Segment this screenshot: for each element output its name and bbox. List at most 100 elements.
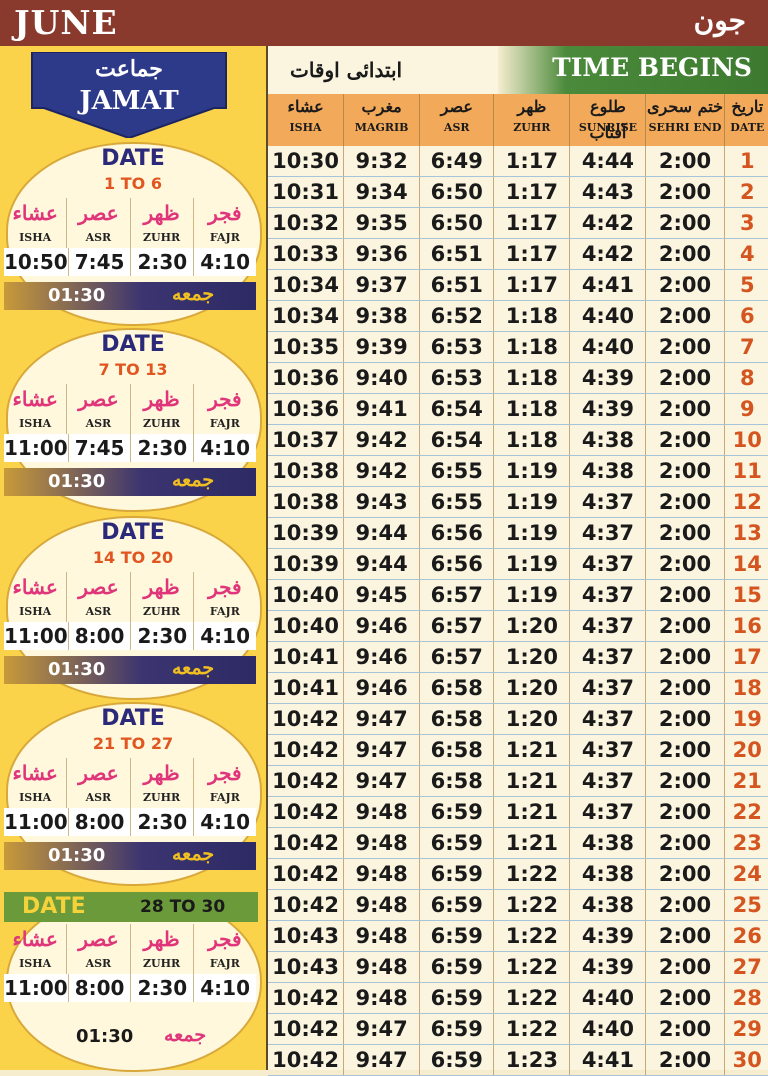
time-cell: 9:46 — [344, 642, 421, 672]
time-cell: 9:47 — [344, 704, 421, 734]
time-cell: 2:00 — [646, 549, 725, 579]
jamat-date-range: 21 TO 27 — [92, 734, 174, 753]
time-cell: 4:39 — [570, 394, 647, 424]
table-row: 10:42 9:48 6:59 1:22 4:38 2:00 25 — [268, 890, 768, 921]
date-cell: 21 — [732, 769, 762, 793]
jumma-bar: 01:30 جمعه — [4, 656, 256, 684]
jamat-date-bar: DATE 28 TO 30 — [4, 892, 258, 922]
time-cell: 1:22 — [494, 1014, 571, 1044]
jumma-time: 01:30 — [48, 285, 106, 306]
time-cell: 2:00 — [646, 859, 725, 889]
time-cell: 10:42 — [268, 983, 345, 1013]
table-row: 10:39 9:44 6:56 1:19 4:37 2:00 14 — [268, 549, 768, 580]
column-header-ur: ظهر — [517, 97, 547, 116]
time-cell: 10:42 — [268, 1045, 345, 1075]
column-header-en: DATE — [730, 121, 765, 134]
prayer-name-en: FAJR — [209, 957, 240, 970]
time-cell: 9:43 — [344, 487, 421, 517]
time-cell: 9:48 — [344, 859, 421, 889]
time-cell: 6:54 — [420, 425, 495, 455]
table-row: 10:41 9:46 6:57 1:20 4:37 2:00 17 — [268, 642, 768, 673]
prayer-name-ur: عصر — [67, 924, 131, 954]
time-cell: 4:37 — [570, 611, 647, 641]
time-cell: 4:44 — [570, 146, 647, 176]
time-cell: 10:41 — [268, 673, 345, 703]
table-row: 10:40 9:45 6:57 1:19 4:37 2:00 15 — [268, 580, 768, 611]
prayer-name-ur: عصر — [67, 198, 131, 228]
time-cell: 4:39 — [570, 952, 647, 982]
prayer-name-ur: ظهر — [131, 198, 194, 228]
time-cell: 10:39 — [268, 518, 345, 548]
prayer-name-ur: ظهر — [131, 924, 194, 954]
time-cell: 9:47 — [344, 1045, 421, 1075]
date-cell: 27 — [732, 955, 762, 979]
jamat-time: 8:00 — [68, 808, 132, 836]
time-cell: 4:38 — [570, 828, 647, 858]
time-cell: 6:57 — [420, 580, 495, 610]
table-body: 10:30 9:32 6:49 1:17 4:44 2:00 1 10:31 9:34 6:50 1… — [268, 146, 768, 1076]
table-row: 10:41 9:46 6:58 1:20 4:37 2:00 18 — [268, 673, 768, 704]
time-cell: 9:46 — [344, 673, 421, 703]
time-cell: 1:18 — [494, 332, 571, 362]
date-cell: 5 — [739, 273, 755, 297]
date-cell: 1 — [739, 149, 755, 173]
jamat-time: 4:10 — [194, 622, 257, 650]
time-cell: 2:00 — [646, 301, 725, 331]
date-cell: 23 — [732, 831, 762, 855]
date-cell: 16 — [732, 614, 762, 638]
column-header: ظهر ZUHR — [494, 94, 571, 146]
time-cell: 10:39 — [268, 549, 345, 579]
date-cell: 12 — [732, 490, 762, 514]
prayer-name-ur: عشاء — [4, 758, 68, 788]
time-cell: 4:38 — [570, 425, 647, 455]
prayer-name-en: ISHA — [4, 788, 68, 808]
column-header: مغرب MAGRIB — [344, 94, 421, 146]
time-cell: 6:58 — [420, 766, 495, 796]
table-row: 10:42 9:47 6:59 1:22 4:40 2:00 29 — [268, 1014, 768, 1045]
time-cell: 10:35 — [268, 332, 345, 362]
time-cell: 1:20 — [494, 704, 571, 734]
jamat-times-grid: عشاء عصر ظهر فجر ISHA ASR ZUHR FAJR 11:00 8:00 2:3… — [4, 572, 257, 650]
jamat-label-en: JAMAT — [79, 86, 179, 116]
time-cell: 10:33 — [268, 239, 345, 269]
prayer-name-en: ISHA — [4, 414, 68, 434]
time-cell: 10:32 — [268, 208, 345, 238]
time-cell: 1:19 — [494, 518, 571, 548]
time-cell: 10:36 — [268, 363, 345, 393]
time-cell: 2:00 — [646, 890, 725, 920]
time-cell: 10:40 — [268, 580, 345, 610]
table-row: 10:34 9:38 6:52 1:18 4:40 2:00 6 — [268, 301, 768, 332]
time-cell: 10:40 — [268, 611, 345, 641]
time-cell: 6:56 — [420, 549, 495, 579]
prayer-name-en: FAJR — [209, 791, 240, 804]
date-cell: 10 — [732, 428, 762, 452]
time-cell: 10:42 — [268, 766, 345, 796]
time-cell: 10:37 — [268, 425, 345, 455]
time-cell: 10:41 — [268, 642, 345, 672]
time-cell: 4:40 — [570, 983, 647, 1013]
time-cell: 9:48 — [344, 828, 421, 858]
jamat-time: 4:10 — [194, 248, 257, 276]
time-cell: 2:00 — [646, 952, 725, 982]
prayer-name-en: ISHA — [4, 228, 68, 248]
time-cell: 9:48 — [344, 921, 421, 951]
column-header-ur: تاریخ — [731, 97, 764, 116]
time-cell: 4:43 — [570, 177, 647, 207]
jamat-time: 2:30 — [131, 974, 195, 1002]
time-cell: 4:39 — [570, 363, 647, 393]
jamat-date-range: 14 TO 20 — [92, 548, 174, 567]
date-cell: 24 — [732, 862, 762, 886]
jamat-time: 8:00 — [68, 622, 132, 650]
time-cell: 1:19 — [494, 487, 571, 517]
time-cell: 2:00 — [646, 518, 725, 548]
date-cell: 28 — [732, 986, 762, 1010]
time-cell: 6:54 — [420, 394, 495, 424]
time-cell: 4:37 — [570, 518, 647, 548]
time-cell: 2:00 — [646, 611, 725, 641]
prayer-name-ur: فجر — [208, 761, 242, 785]
table-row: 10:42 9:47 6:58 1:21 4:37 2:00 21 — [268, 766, 768, 797]
jumma-label-ur: جمعه — [164, 1024, 207, 1046]
time-cell: 9:35 — [344, 208, 421, 238]
date-cell: 17 — [732, 645, 762, 669]
time-cell: 9:39 — [344, 332, 421, 362]
